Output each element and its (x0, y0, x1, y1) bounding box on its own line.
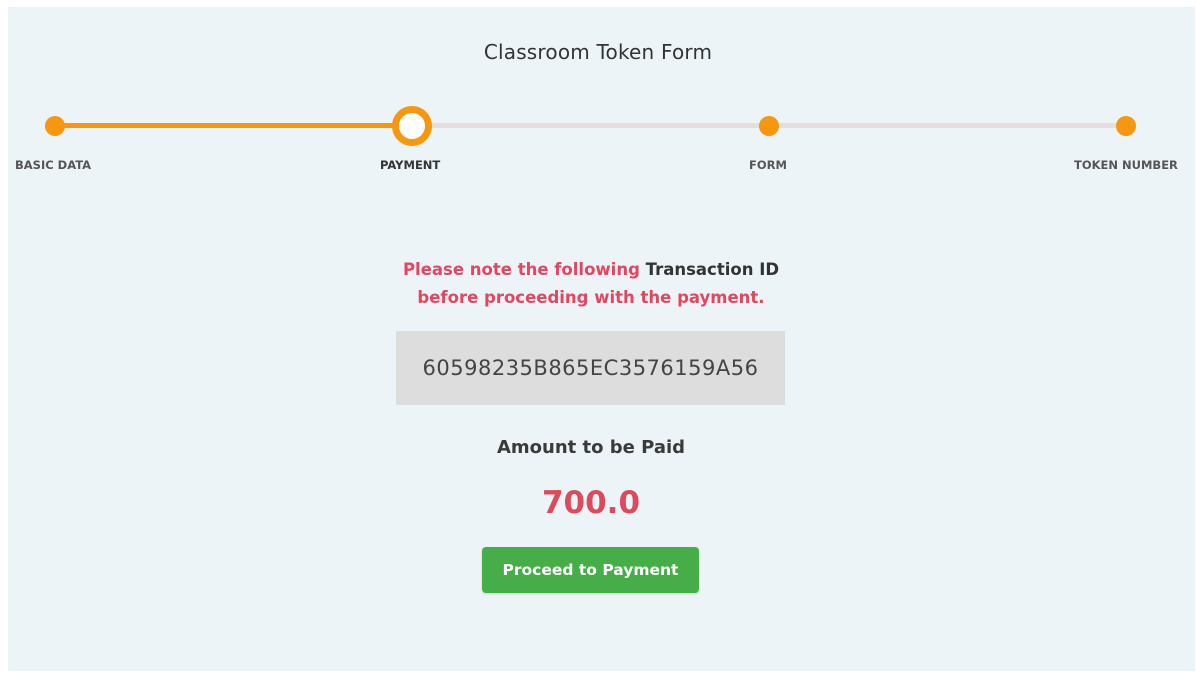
amount-value: 700.0 (541, 485, 641, 521)
notice-text-end: before proceeding with the payment. (417, 288, 765, 307)
step-label-payment: PAYMENT (380, 158, 441, 172)
notice-text-start: Please note the following (402, 260, 640, 279)
transaction-notice: Please note the following Transaction ID… (0, 256, 1182, 312)
transaction-id-box: 60598235B865EC3576159A56 (396, 331, 785, 405)
amount-label: Amount to be Paid (496, 437, 686, 458)
step-dot-form[interactable] (759, 116, 779, 136)
transaction-id-value: 60598235B865EC3576159A56 (422, 356, 759, 380)
step-label-token-number: TOKEN NUMBER (1074, 158, 1178, 172)
stepper-track-completed (55, 123, 412, 128)
step-dot-payment-current[interactable] (392, 106, 432, 146)
step-label-form: FORM (749, 158, 787, 172)
step-dot-token-number[interactable] (1116, 116, 1136, 136)
step-label-basic-data: BASIC DATA (15, 158, 92, 172)
notice-transaction-id-label: Transaction ID (645, 260, 780, 279)
step-dot-basic-data[interactable] (45, 116, 65, 136)
form-title: Classroom Token Form (483, 40, 713, 64)
proceed-to-payment-button[interactable]: Proceed to Payment (482, 547, 699, 593)
